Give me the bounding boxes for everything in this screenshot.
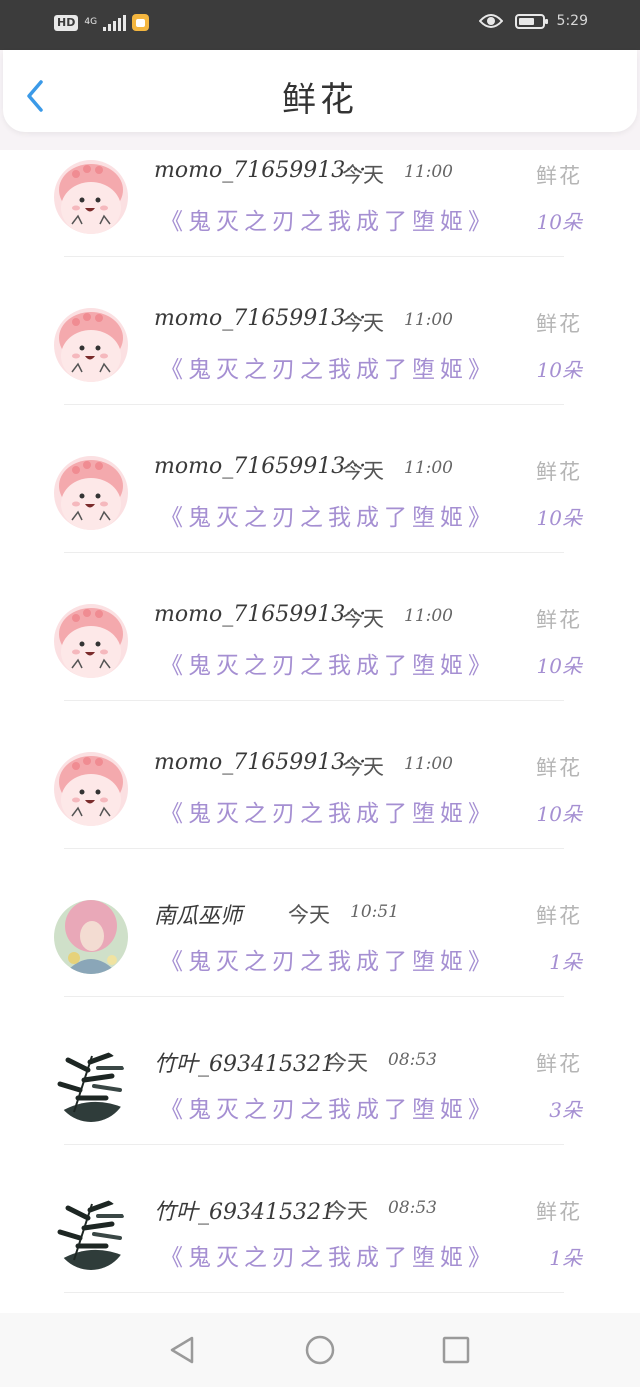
app-notification-icon — [132, 14, 150, 31]
gift-type: 鲜花 — [536, 1200, 582, 1224]
hd-badge: HD — [54, 14, 79, 31]
divider — [64, 996, 564, 997]
username[interactable]: momo_71659913··· — [154, 750, 366, 775]
gift-count: 3朵 — [549, 1098, 582, 1122]
gift-count: 10朵 — [536, 210, 582, 234]
record-day: 今天 — [342, 607, 384, 631]
record-time: 11:00 — [404, 606, 453, 626]
status-right: 5:29 — [478, 13, 588, 29]
record-day: 今天 — [326, 1051, 368, 1075]
username[interactable]: momo_71659913··· — [154, 306, 366, 331]
gift-record-list: momo_71659913··· 今天 11:00 鲜花 《鬼灭之刃之我成了堕姬》 10朵… — [0, 150, 640, 1334]
list-item[interactable]: 竹叶_693415321 今天 08:53 鲜花《鬼灭之刃之我成了堕姬》 3朵 — [0, 1038, 640, 1186]
home-button[interactable] — [305, 1335, 335, 1365]
gift-count: 1朵 — [549, 950, 582, 974]
divider — [64, 404, 564, 405]
avatar[interactable] — [54, 456, 128, 530]
avatar[interactable] — [54, 1048, 128, 1122]
book-title[interactable]: 《鬼灭之刃之我成了堕姬》 — [160, 1090, 496, 1124]
battery-icon — [514, 13, 548, 29]
record-time: 11:00 — [404, 310, 453, 330]
clock: 5:29 — [556, 13, 588, 29]
list-item[interactable]: momo_71659913··· 今天 11:00 鲜花《鬼灭之刃之我成了堕姬》 10朵 — [0, 742, 640, 890]
gift-count: 10朵 — [536, 358, 582, 382]
book-title[interactable]: 《鬼灭之刃之我成了堕姬》 — [160, 350, 496, 384]
gift-count: 10朵 — [536, 506, 582, 530]
page-title: 鲜花 — [282, 80, 358, 120]
gift-type: 鲜花 — [536, 756, 582, 780]
book-title[interactable]: 《鬼灭之刃之我成了堕姬》 — [160, 498, 496, 532]
divider — [64, 1144, 564, 1145]
username[interactable]: momo_71659913··· — [154, 602, 366, 627]
record-day: 今天 — [342, 459, 384, 483]
divider — [64, 552, 564, 553]
avatar[interactable] — [54, 1196, 128, 1270]
record-time: 08:53 — [388, 1198, 437, 1218]
record-time: 11:00 — [404, 458, 453, 478]
username[interactable]: momo_71659913··· — [154, 158, 366, 183]
gift-type: 鲜花 — [536, 1052, 582, 1076]
gift-count: 10朵 — [536, 802, 582, 826]
record-time: 08:53 — [388, 1050, 437, 1070]
record-day: 今天 — [288, 903, 330, 927]
status-bar: HD 4G 5:29 — [0, 0, 640, 50]
list-item[interactable]: momo_71659913··· 今天 11:00 鲜花《鬼灭之刃之我成了堕姬》 10朵 — [0, 150, 640, 298]
gift-type: 鲜花 — [536, 904, 582, 928]
record-time: 11:00 — [404, 162, 453, 182]
list-item[interactable]: 南瓜巫师 今天 10:51 鲜花《鬼灭之刃之我成了堕姬》 1朵 — [0, 890, 640, 1038]
recents-button[interactable] — [441, 1335, 471, 1365]
book-title[interactable]: 《鬼灭之刃之我成了堕姬》 — [160, 942, 496, 976]
book-title[interactable]: 《鬼灭之刃之我成了堕姬》 — [160, 1238, 496, 1272]
home-circle-icon — [305, 1335, 335, 1365]
avatar[interactable] — [54, 160, 128, 234]
status-left: HD 4G — [54, 14, 150, 31]
avatar[interactable] — [54, 604, 128, 678]
header-area: 鲜花 — [0, 50, 640, 150]
username[interactable]: 南瓜巫师 — [154, 898, 242, 930]
record-day: 今天 — [326, 1199, 368, 1223]
network-type: 4G — [84, 17, 98, 27]
gift-count: 10朵 — [536, 654, 582, 678]
gift-type: 鲜花 — [536, 312, 582, 336]
divider — [64, 848, 564, 849]
gift-type: 鲜花 — [536, 460, 582, 484]
record-day: 今天 — [342, 311, 384, 335]
list-item[interactable]: momo_71659913··· 今天 11:00 鲜花《鬼灭之刃之我成了堕姬》 10朵 — [0, 446, 640, 594]
username[interactable]: 竹叶_693415321 — [154, 1046, 335, 1078]
list-item[interactable]: momo_71659913··· 今天 11:00 鲜花《鬼灭之刃之我成了堕姬》 10朵 — [0, 594, 640, 742]
signal-icon — [103, 14, 127, 31]
back-triangle-button[interactable] — [168, 1335, 198, 1365]
list-item[interactable]: momo_71659913··· 今天 11:00 鲜花《鬼灭之刃之我成了堕姬》 10朵 — [0, 298, 640, 446]
record-time: 11:00 — [404, 754, 453, 774]
back-triangle-icon — [170, 1336, 194, 1364]
username[interactable]: momo_71659913··· — [154, 454, 366, 479]
record-day: 今天 — [342, 163, 384, 187]
eye-icon — [478, 13, 503, 29]
gift-type: 鲜花 — [536, 164, 582, 188]
avatar[interactable] — [54, 308, 128, 382]
avatar[interactable] — [54, 900, 128, 974]
divider — [64, 700, 564, 701]
navigation-bar — [0, 1313, 640, 1387]
book-title[interactable]: 《鬼灭之刃之我成了堕姬》 — [160, 646, 496, 680]
record-time: 10:51 — [350, 902, 399, 922]
record-day: 今天 — [342, 755, 384, 779]
gift-type: 鲜花 — [536, 608, 582, 632]
gift-count: 1朵 — [549, 1246, 582, 1270]
header: 鲜花 — [3, 50, 637, 132]
list-item[interactable]: 竹叶_693415321 今天 08:53 鲜花《鬼灭之刃之我成了堕姬》 1朵 — [0, 1186, 640, 1334]
divider — [64, 1292, 564, 1293]
avatar[interactable] — [54, 752, 128, 826]
book-title[interactable]: 《鬼灭之刃之我成了堕姬》 — [160, 202, 496, 236]
book-title[interactable]: 《鬼灭之刃之我成了堕姬》 — [160, 794, 496, 828]
recents-square-icon — [442, 1336, 470, 1364]
username[interactable]: 竹叶_693415321 — [154, 1194, 335, 1226]
divider — [64, 256, 564, 257]
